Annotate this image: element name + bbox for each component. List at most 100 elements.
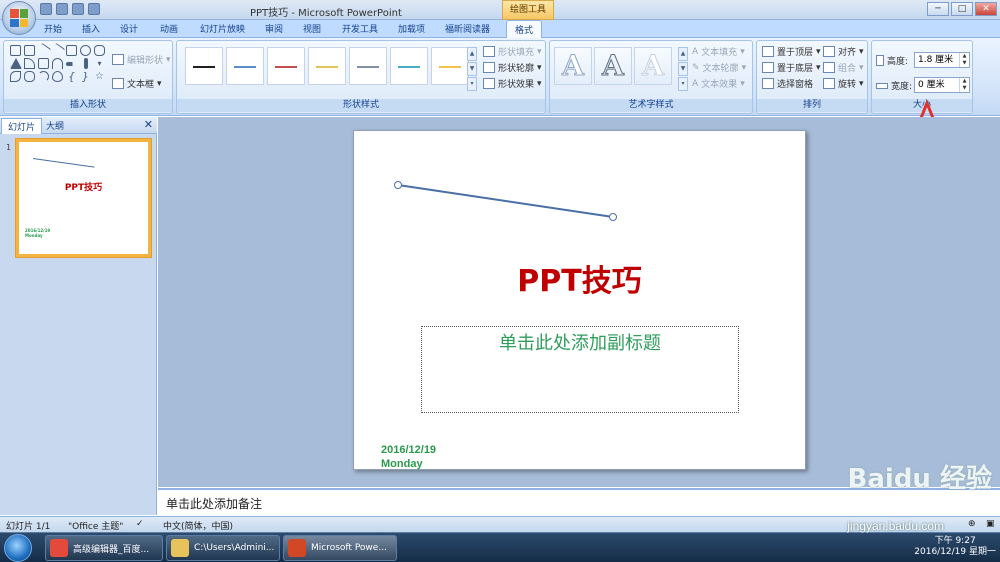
height-input[interactable]: 1.8 厘米 ▲ ▼: [914, 52, 970, 68]
line-end-handle[interactable]: [609, 213, 617, 221]
line-shape[interactable]: [397, 184, 614, 218]
tab-slideshow[interactable]: 幻灯片放映: [200, 22, 245, 35]
office-button[interactable]: [2, 1, 36, 35]
oval-shape-icon[interactable]: [80, 45, 91, 56]
rotate-icon: [823, 78, 835, 89]
tab-format[interactable]: 格式: [506, 20, 543, 38]
taskbar-item-editor[interactable]: 高级编辑器_百度...: [45, 535, 163, 561]
wordart-style-2[interactable]: A: [594, 47, 632, 85]
tab-review[interactable]: 审阅: [265, 22, 283, 35]
slide-title[interactable]: PPT技巧: [354, 256, 805, 300]
tab-foxit[interactable]: 福昕阅读器: [445, 22, 490, 35]
line-shape-icon[interactable]: [35, 42, 52, 59]
fit-window-icon[interactable]: ▣: [986, 519, 995, 529]
align-button[interactable]: 对齐 ▾: [823, 45, 864, 58]
shape-style-6[interactable]: [390, 47, 428, 85]
textbox-button[interactable]: 文本框 ▾: [112, 77, 162, 90]
edit-shape-button[interactable]: 编辑形状 ▾: [112, 53, 171, 66]
triangle-shape-icon[interactable]: [10, 58, 22, 69]
undo-icon[interactable]: [56, 3, 68, 15]
tab-outline[interactable]: 大纲: [40, 118, 70, 134]
wordart-style-3[interactable]: A: [634, 47, 672, 85]
close-button[interactable]: ✕: [975, 2, 997, 16]
tab-developer[interactable]: 开发工具: [342, 22, 378, 35]
more-shapes-icon[interactable]: ▾: [94, 58, 105, 69]
slide-canvas[interactable]: PPT技巧 单击此处添加副标题 2016/12/19 Monday: [353, 130, 806, 470]
width-spinner[interactable]: ▲ ▼: [959, 78, 969, 92]
slide-date[interactable]: 2016/12/19 Monday: [381, 443, 436, 471]
rounded-rect-shape-icon[interactable]: [94, 45, 105, 56]
selected-line-shape[interactable]: [354, 131, 807, 471]
tab-slides[interactable]: 幻灯片: [1, 118, 43, 134]
subtitle-placeholder[interactable]: 单击此处添加副标题: [421, 326, 739, 413]
slide-thumbnail[interactable]: PPT技巧 2016/12/19 Monday: [16, 139, 151, 257]
down-arrow-shape-icon[interactable]: [84, 58, 88, 69]
shape-fill-button[interactable]: 形状填充 ▾: [483, 45, 542, 58]
taskbar-item-powerpoint[interactable]: Microsoft Powe...: [283, 535, 397, 561]
shape-effects-button[interactable]: 形状效果 ▾: [483, 77, 542, 90]
elbow-shape-icon[interactable]: [38, 58, 49, 69]
send-to-back-button[interactable]: 置于底层 ▾: [762, 61, 821, 74]
group-insert-shapes: ▾ { } ☆ 编辑形状 ▾ 文本框 ▾ 插入形状: [3, 40, 173, 114]
tab-view[interactable]: 视图: [303, 22, 321, 35]
right-arrow-shape-icon[interactable]: [66, 62, 77, 66]
scroll-up-icon[interactable]: ▲: [467, 47, 477, 61]
textbox-shape-icon[interactable]: [10, 45, 21, 56]
selection-pane-button[interactable]: 选择窗格: [762, 77, 813, 90]
shape-style-2[interactable]: [226, 47, 264, 85]
thumbnail-line: [32, 158, 95, 168]
shape-style-7[interactable]: [431, 47, 469, 85]
tab-animation[interactable]: 动画: [160, 22, 178, 35]
start-button[interactable]: [4, 534, 32, 562]
height-spinner[interactable]: ▲ ▼: [959, 53, 969, 67]
shapes-gallery[interactable]: ▾ { } ☆: [10, 42, 105, 82]
text-outline-button[interactable]: ✎ 文本轮廓 ▾: [692, 61, 746, 75]
arc-shape-icon[interactable]: [38, 71, 49, 82]
shape-style-4[interactable]: [308, 47, 346, 85]
wordart-scroll-down-icon[interactable]: ▼: [678, 62, 688, 76]
bring-to-front-button[interactable]: 置于顶层 ▾: [762, 45, 821, 58]
group-button[interactable]: 组合 ▾: [823, 61, 864, 74]
wordart-scroll-up-icon[interactable]: ▲: [678, 47, 688, 61]
customize-qat-icon[interactable]: [88, 3, 100, 15]
scribble-shape-icon[interactable]: [24, 71, 35, 82]
tab-insert[interactable]: 插入: [82, 22, 100, 35]
wave-shape-icon[interactable]: [52, 71, 63, 82]
shape-style-3[interactable]: [267, 47, 305, 85]
tab-design[interactable]: 设计: [120, 22, 138, 35]
scroll-down-icon[interactable]: ▼: [467, 62, 477, 76]
tab-home[interactable]: 开始: [44, 22, 62, 35]
freeform-shape-icon[interactable]: [10, 71, 21, 82]
rectangle-shape-icon[interactable]: [66, 45, 77, 56]
shape-style-1[interactable]: [185, 47, 223, 85]
minimize-button[interactable]: ─: [927, 2, 949, 16]
vertical-textbox-shape-icon[interactable]: [24, 45, 35, 56]
rotate-button[interactable]: 旋转 ▾: [823, 77, 864, 90]
more-styles-icon[interactable]: ▾: [467, 77, 477, 91]
redo-icon[interactable]: [72, 3, 84, 15]
connector-shape-icon[interactable]: [24, 58, 35, 69]
text-fill-icon: A: [692, 46, 699, 57]
curve-shape-icon[interactable]: [52, 58, 63, 69]
shape-outline-button[interactable]: 形状轮廓 ▾: [483, 61, 542, 74]
tab-addins[interactable]: 加载项: [398, 22, 425, 35]
star-shape-icon[interactable]: ☆: [94, 71, 105, 82]
spellcheck-icon[interactable]: ✓: [136, 519, 144, 529]
baidu-watermark-logo: Baidu 经验: [847, 464, 992, 494]
save-icon[interactable]: [40, 3, 52, 15]
taskbar-item-explorer[interactable]: C:\Users\Admini...: [166, 535, 280, 561]
close-pane-icon[interactable]: ✕: [144, 118, 153, 131]
text-effects-button[interactable]: A 文本效果 ▾: [692, 77, 745, 91]
shape-style-5[interactable]: [349, 47, 387, 85]
system-clock[interactable]: 下午 9:27 2016/12/19 星期一: [914, 536, 996, 558]
text-fill-button[interactable]: A 文本填充 ▾: [692, 45, 745, 59]
line-start-handle[interactable]: [394, 181, 402, 189]
brace-right-shape-icon[interactable]: }: [80, 71, 91, 82]
wordart-more-icon[interactable]: ▾: [678, 77, 688, 91]
width-input[interactable]: 0 厘米 ▲ ▼: [914, 77, 970, 93]
brace-left-shape-icon[interactable]: {: [66, 71, 77, 82]
wordart-style-1[interactable]: A: [554, 47, 592, 85]
maximize-button[interactable]: □: [951, 2, 973, 16]
zoom-in-icon[interactable]: ⊕: [968, 519, 976, 529]
arrow-shape-icon[interactable]: [49, 42, 66, 59]
